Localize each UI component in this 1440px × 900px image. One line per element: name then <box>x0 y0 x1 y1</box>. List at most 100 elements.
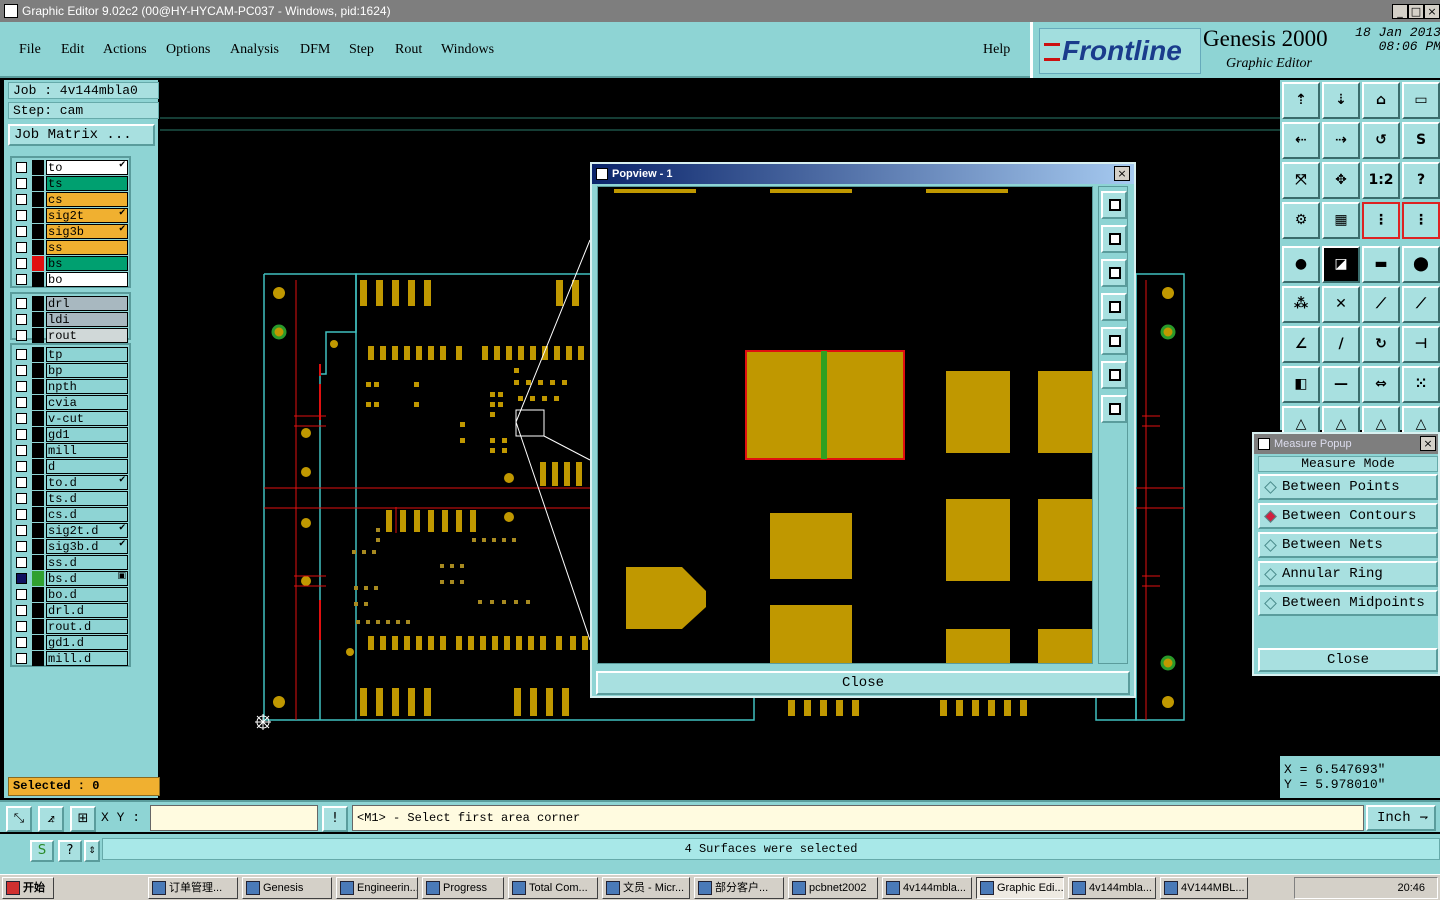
tool-one-to-one[interactable]: 1:2 <box>1362 162 1400 199</box>
layer-checkbox[interactable] <box>16 226 27 237</box>
layer-row-gd1-d[interactable]: gd1.d <box>12 635 129 650</box>
layer-name[interactable]: bo.d <box>46 587 128 602</box>
layer-row-bs-d[interactable]: bs.d ▣ <box>12 571 129 586</box>
tool-gap[interactable]: ⊣ <box>1402 326 1440 363</box>
tool-cross[interactable]: ✕ <box>1322 286 1360 323</box>
taskbar-item[interactable]: 4v144mbla... <box>1068 877 1156 899</box>
layer-row-gd1[interactable]: gd1 <box>12 427 129 442</box>
layer-checkbox[interactable] <box>16 493 27 504</box>
snap-grid-button[interactable]: ⊞ <box>70 806 96 832</box>
snap-angle-button[interactable]: ⦨ <box>38 806 64 832</box>
help-query-icon[interactable]: ? <box>58 840 82 862</box>
layer-checkbox[interactable] <box>16 314 27 325</box>
layer-checkbox[interactable] <box>16 445 27 456</box>
layer-checkbox[interactable] <box>16 557 27 568</box>
layer-row-mill-d[interactable]: mill.d <box>12 651 129 666</box>
tool-snap-2[interactable]: ⋮ <box>1402 202 1440 239</box>
layer-name[interactable]: mill.d <box>46 651 128 666</box>
menu-actions[interactable]: Actions <box>103 42 147 58</box>
tool-line-2[interactable]: ⟋ <box>1402 286 1440 323</box>
layer-name[interactable]: ts.d <box>46 491 128 506</box>
layer-row-bp[interactable]: bp <box>12 363 129 378</box>
tool-measure[interactable]: ◪ <box>1322 246 1360 283</box>
layer-row-sig2t-d[interactable]: sig2t.d ✔ <box>12 523 129 538</box>
layer-name[interactable]: rout <box>46 328 128 343</box>
taskbar-item[interactable]: Graphic Edi... <box>976 877 1064 899</box>
taskbar-item[interactable]: Total Com... <box>508 877 598 899</box>
layer-checkbox[interactable] <box>16 274 27 285</box>
layer-checkbox[interactable] <box>16 461 27 472</box>
layer-row-sig3b-d[interactable]: sig3b.d ✔ <box>12 539 129 554</box>
measure-option-between-contours[interactable]: Between Contours <box>1258 503 1438 529</box>
layer-checkbox[interactable] <box>16 397 27 408</box>
unit-selector[interactable]: Inch ⇁ <box>1366 805 1436 831</box>
layer-name[interactable]: npth <box>46 379 128 394</box>
layer-name[interactable]: to.d <box>46 475 128 490</box>
measure-option-annular-ring[interactable]: Annular Ring <box>1258 561 1438 587</box>
layer-name[interactable]: sig3b.d <box>46 539 128 554</box>
layer-name[interactable]: sig3b <box>46 224 128 239</box>
layer-name[interactable]: bs <box>46 256 128 271</box>
taskbar-item[interactable]: Engineerin... <box>336 877 418 899</box>
layer-row-ss-d[interactable]: ss.d <box>12 555 129 570</box>
layer-name[interactable]: drl.d <box>46 603 128 618</box>
tool-pads[interactable]: ⁙ <box>1402 366 1440 403</box>
tool-square-pad[interactable]: ◧ <box>1282 366 1320 403</box>
layer-row-rout-d[interactable]: rout.d <box>12 619 129 634</box>
layer-name[interactable]: cs.d <box>46 507 128 522</box>
tool-dash[interactable]: — <box>1322 366 1360 403</box>
layer-row-drl-d[interactable]: drl.d <box>12 603 129 618</box>
tool-slash[interactable]: / <box>1322 326 1360 363</box>
layer-row-cvia[interactable]: cvia <box>12 395 129 410</box>
xy-input[interactable] <box>150 805 318 831</box>
layer-checkbox[interactable] <box>16 525 27 536</box>
taskbar-item[interactable]: Genesis <box>242 877 332 899</box>
tool-zoom-down[interactable]: ⇣ <box>1322 82 1360 119</box>
taskbar-item[interactable]: 4V144MBL... <box>1160 877 1248 899</box>
layer-checkbox[interactable] <box>16 194 27 205</box>
layer-name[interactable]: gd1.d <box>46 635 128 650</box>
layer-checkbox[interactable] <box>16 573 27 584</box>
layer-name[interactable]: gd1 <box>46 427 128 442</box>
layer-row-to-d[interactable]: to.d ✔ <box>12 475 129 490</box>
layer-name[interactable]: d <box>46 459 128 474</box>
layer-name[interactable]: tp <box>46 347 128 362</box>
tool-center[interactable]: ✥ <box>1322 162 1360 199</box>
taskbar-item[interactable]: 4v144mbla... <box>882 877 972 899</box>
popview-tool-3[interactable] <box>1101 259 1127 287</box>
popview-tool-1[interactable] <box>1101 191 1127 219</box>
layer-row-drl[interactable]: drl <box>12 296 129 311</box>
minimize-button[interactable]: _ <box>1392 4 1408 19</box>
layer-name[interactable]: cs <box>46 192 128 207</box>
popview-tool-2[interactable] <box>1101 225 1127 253</box>
tool-net[interactable]: ⁂ <box>1282 286 1320 323</box>
start-button[interactable]: 开始 <box>2 877 54 899</box>
command-info-button[interactable]: ! <box>322 806 348 832</box>
popview-tool-4[interactable] <box>1101 293 1127 321</box>
layer-name[interactable]: cvia <box>46 395 128 410</box>
tool-back[interactable]: ↺ <box>1362 122 1400 159</box>
layer-checkbox[interactable] <box>16 413 27 424</box>
popview-tool-7[interactable] <box>1101 395 1127 423</box>
layer-name[interactable]: bs.d <box>46 571 128 586</box>
layer-checkbox[interactable] <box>16 605 27 616</box>
layer-checkbox[interactable] <box>16 429 27 440</box>
layer-checkbox[interactable] <box>16 637 27 648</box>
layer-checkbox[interactable] <box>16 653 27 664</box>
layer-row-mill[interactable]: mill <box>12 443 129 458</box>
layer-name[interactable]: mill <box>46 443 128 458</box>
menu-rout[interactable]: Rout <box>395 42 422 58</box>
spin-icon[interactable]: ⇕ <box>84 840 100 862</box>
layer-checkbox[interactable] <box>16 541 27 552</box>
taskbar-item[interactable]: 部分客户... <box>694 877 784 899</box>
layer-checkbox[interactable] <box>16 509 27 520</box>
layer-row-npth[interactable]: npth <box>12 379 129 394</box>
layer-name[interactable]: to <box>46 160 128 175</box>
tool-redraw[interactable]: S <box>1402 122 1440 159</box>
layer-checkbox[interactable] <box>16 365 27 376</box>
popview-canvas[interactable] <box>597 186 1093 664</box>
layer-name[interactable]: rout.d <box>46 619 128 634</box>
popview-close-icon[interactable]: × <box>1114 166 1130 181</box>
layer-name[interactable]: drl <box>46 296 128 311</box>
layer-checkbox[interactable] <box>16 298 27 309</box>
